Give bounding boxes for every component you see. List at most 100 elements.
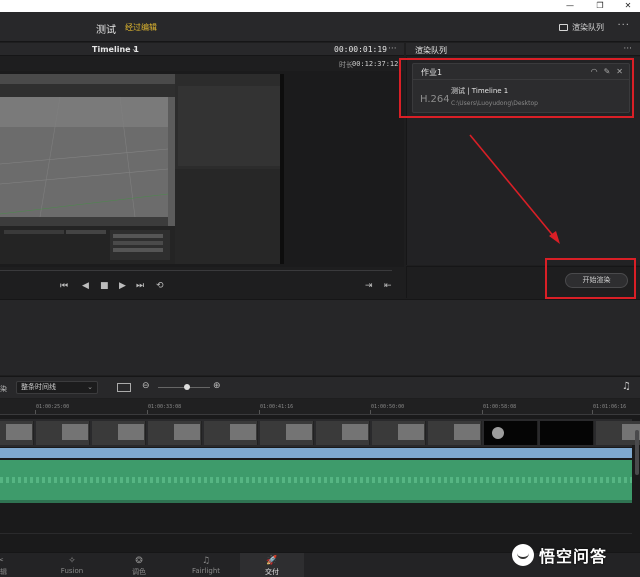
chevron-down-icon[interactable]: ⌄	[131, 44, 138, 53]
thumbnail-frame	[454, 424, 480, 440]
audio-waveform	[0, 477, 632, 483]
music-note-icon: ♫	[201, 556, 211, 566]
video-clip-thumbnail[interactable]	[596, 421, 640, 445]
ruler-tick-label: 01:00:33:08	[148, 404, 182, 410]
ruler-tick-label: 01:00:50:00	[371, 404, 405, 410]
restore-button[interactable]: ❐	[590, 0, 610, 12]
page-tab-label: Fairlight	[191, 567, 220, 575]
jump-last-button[interactable]: ⏭	[136, 281, 144, 291]
mark-out-button[interactable]: ⇤	[384, 281, 392, 291]
watermark-text: 悟空问答	[539, 547, 608, 566]
viewer-area	[0, 71, 404, 267]
timeline-view-icon[interactable]	[117, 383, 131, 392]
thumbnail-frame	[62, 424, 88, 440]
play-reverse-button[interactable]: ◀	[82, 281, 89, 291]
viewer-scrubber[interactable]	[0, 270, 392, 271]
ruler-tick	[592, 410, 593, 414]
video-preview-image	[0, 74, 284, 264]
thumbnail-frame	[174, 424, 200, 440]
video-clip-thumbnail[interactable]	[316, 421, 370, 445]
video-track[interactable]	[0, 419, 640, 447]
video-clip-bar[interactable]	[0, 448, 632, 458]
timeline-tracks	[0, 415, 640, 552]
page-tab-label: 剪辑	[0, 568, 7, 576]
video-clip-thumbnail[interactable]	[484, 421, 538, 445]
page-tab-deliver[interactable]: 🚀 交付	[240, 553, 304, 577]
minimize-button[interactable]: —	[560, 0, 580, 12]
video-clip-thumbnail[interactable]	[148, 421, 202, 445]
close-button[interactable]: ✕	[618, 0, 638, 12]
page-tab-edit[interactable]: ✂ 剪辑	[0, 553, 32, 577]
timeline-ruler[interactable]: 01:00:25:00 01:00:33:08 01:00:41:16 01:0…	[0, 399, 640, 415]
transport-controls: ⏮ ◀ ■ ▶ ⏭ ⟲ ⇥ ⇤	[0, 276, 404, 298]
ruler-tick	[370, 410, 371, 414]
render-queue-header: 渲染队列 ···	[406, 43, 640, 56]
project-status: 经过编辑	[125, 23, 157, 32]
color-wheel-icon: ❂	[135, 556, 143, 566]
timeline-vertical-scrollbar[interactable]	[635, 430, 639, 475]
viewer-header: Timeline 1 ⌄ 00:00:01:19 ···	[0, 43, 404, 56]
render-range-select[interactable]: 整条时间线 ⌄	[16, 381, 98, 394]
jump-first-button[interactable]: ⏮	[60, 281, 68, 291]
render-range-value: 整条时间线	[21, 383, 56, 391]
ruler-tick-label: 01:00:41:16	[260, 404, 294, 410]
page-tab-label: 调色	[132, 568, 146, 576]
thumbnail-frame	[492, 427, 504, 439]
render-queue-title: 渲染队列	[415, 46, 447, 55]
loop-button[interactable]: ⟲	[156, 281, 164, 291]
music-note-icon[interactable]: ♫	[622, 381, 631, 392]
stop-button[interactable]: ■	[100, 281, 109, 291]
viewer-timecode: 00:00:01:19	[334, 45, 387, 54]
ruler-tick-label: 01:01:06:16	[593, 404, 627, 410]
thumbnail-frame	[118, 424, 144, 440]
thumbnail-frame	[286, 424, 312, 440]
video-clip-thumbnail[interactable]	[372, 421, 426, 445]
thumbnail-frame	[398, 424, 424, 440]
page-tab-label: Fusion	[60, 567, 84, 575]
timeline-toolbar: 染 整条时间线 ⌄ ⊖ ⊕ ♫	[0, 376, 640, 398]
video-clip-thumbnail[interactable]	[36, 421, 90, 445]
page-tab-label: 交付	[265, 568, 279, 576]
ruler-tick-label: 01:00:58:08	[483, 404, 517, 410]
video-clip-thumbnail[interactable]	[92, 421, 146, 445]
annotation-box-job	[399, 58, 634, 118]
render-queue-toggle[interactable]: 渲染队列	[559, 22, 604, 33]
video-clip-thumbnail[interactable]	[428, 421, 482, 445]
project-name: 测试	[96, 25, 116, 36]
top-toolbar: 测试 经过编辑 渲染队列 ···	[0, 12, 640, 42]
fusion-icon: ✧	[68, 556, 76, 566]
page-tab-color[interactable]: ❂ 调色	[107, 553, 171, 577]
ruler-tick	[35, 410, 36, 414]
render-queue-toggle-label: 渲染队列	[572, 23, 604, 32]
zoom-out-icon[interactable]: ⊖	[142, 381, 150, 391]
render-queue-more-button[interactable]: ···	[623, 44, 632, 54]
scissors-icon: ✂	[0, 555, 32, 567]
annotation-box-render	[545, 258, 636, 299]
video-clip-thumbnail[interactable]	[260, 421, 314, 445]
zoom-in-icon[interactable]: ⊕	[213, 381, 221, 391]
mark-in-button[interactable]: ⇥	[365, 281, 373, 291]
track-divider	[0, 533, 632, 534]
video-clip-thumbnail[interactable]	[0, 421, 34, 445]
page-tab-fusion[interactable]: ✧ Fusion	[40, 553, 104, 577]
rocket-icon: 🚀	[266, 556, 278, 566]
audio-track[interactable]	[0, 460, 632, 500]
thumbnail-frame	[342, 424, 368, 440]
zoom-slider-handle[interactable]	[184, 384, 190, 390]
ruler-tick	[482, 410, 483, 414]
chevron-down-icon: ⌄	[87, 383, 93, 391]
render-queue-icon	[559, 24, 568, 31]
topbar-more-button[interactable]: ···	[617, 20, 630, 31]
duration-value: 00:12:37:12	[352, 60, 399, 68]
video-clip-thumbnail[interactable]	[204, 421, 258, 445]
video-clip-thumbnail[interactable]	[540, 421, 594, 445]
thumbnail-frame	[6, 424, 32, 440]
play-button[interactable]: ▶	[119, 281, 126, 291]
empty-panel	[0, 299, 640, 375]
thumbnail-frame	[230, 424, 256, 440]
window-titlebar: — ❐ ✕	[0, 0, 640, 12]
audio-track-footer	[0, 500, 632, 503]
video-preview	[0, 74, 284, 264]
page-tab-fairlight[interactable]: ♫ Fairlight	[174, 553, 238, 577]
viewer-more-button[interactable]: ···	[388, 44, 397, 54]
